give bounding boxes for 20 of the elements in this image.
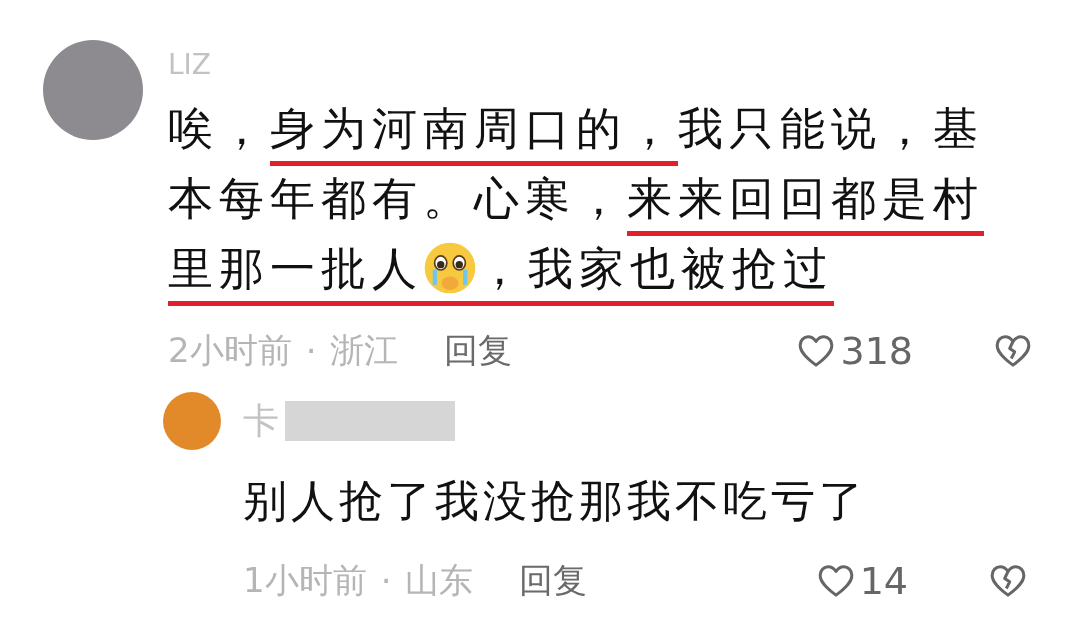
comment-text: 别人抢了我没抢那我不吃亏了: [243, 474, 867, 528]
location: 山东: [405, 559, 474, 602]
avatar[interactable]: [163, 392, 221, 450]
timestamp: 1小时前: [243, 559, 367, 602]
like-button[interactable]: 318: [796, 329, 913, 373]
underlined-text: 身为河南周口的，: [270, 96, 678, 166]
underlined-text: 里那一批人: [168, 236, 423, 306]
timestamp: 2小时前: [168, 329, 292, 372]
like-button[interactable]: 14: [815, 559, 908, 603]
reply-link[interactable]: 回复: [444, 328, 513, 374]
separator: ·: [380, 561, 392, 601]
underlined-text: 来来回回都是村: [627, 166, 984, 236]
underlined-text: ，我家也被抢过: [477, 236, 834, 306]
location: 浙江: [330, 329, 399, 372]
separator: ·: [305, 331, 317, 371]
comment-text: 唉，: [168, 101, 270, 157]
crying-face-icon: [423, 241, 477, 295]
comment-text: 本每年都有。心寒，: [168, 171, 627, 227]
reply-link[interactable]: 回复: [519, 558, 588, 604]
comment-text: 我只能说，基: [678, 101, 984, 157]
